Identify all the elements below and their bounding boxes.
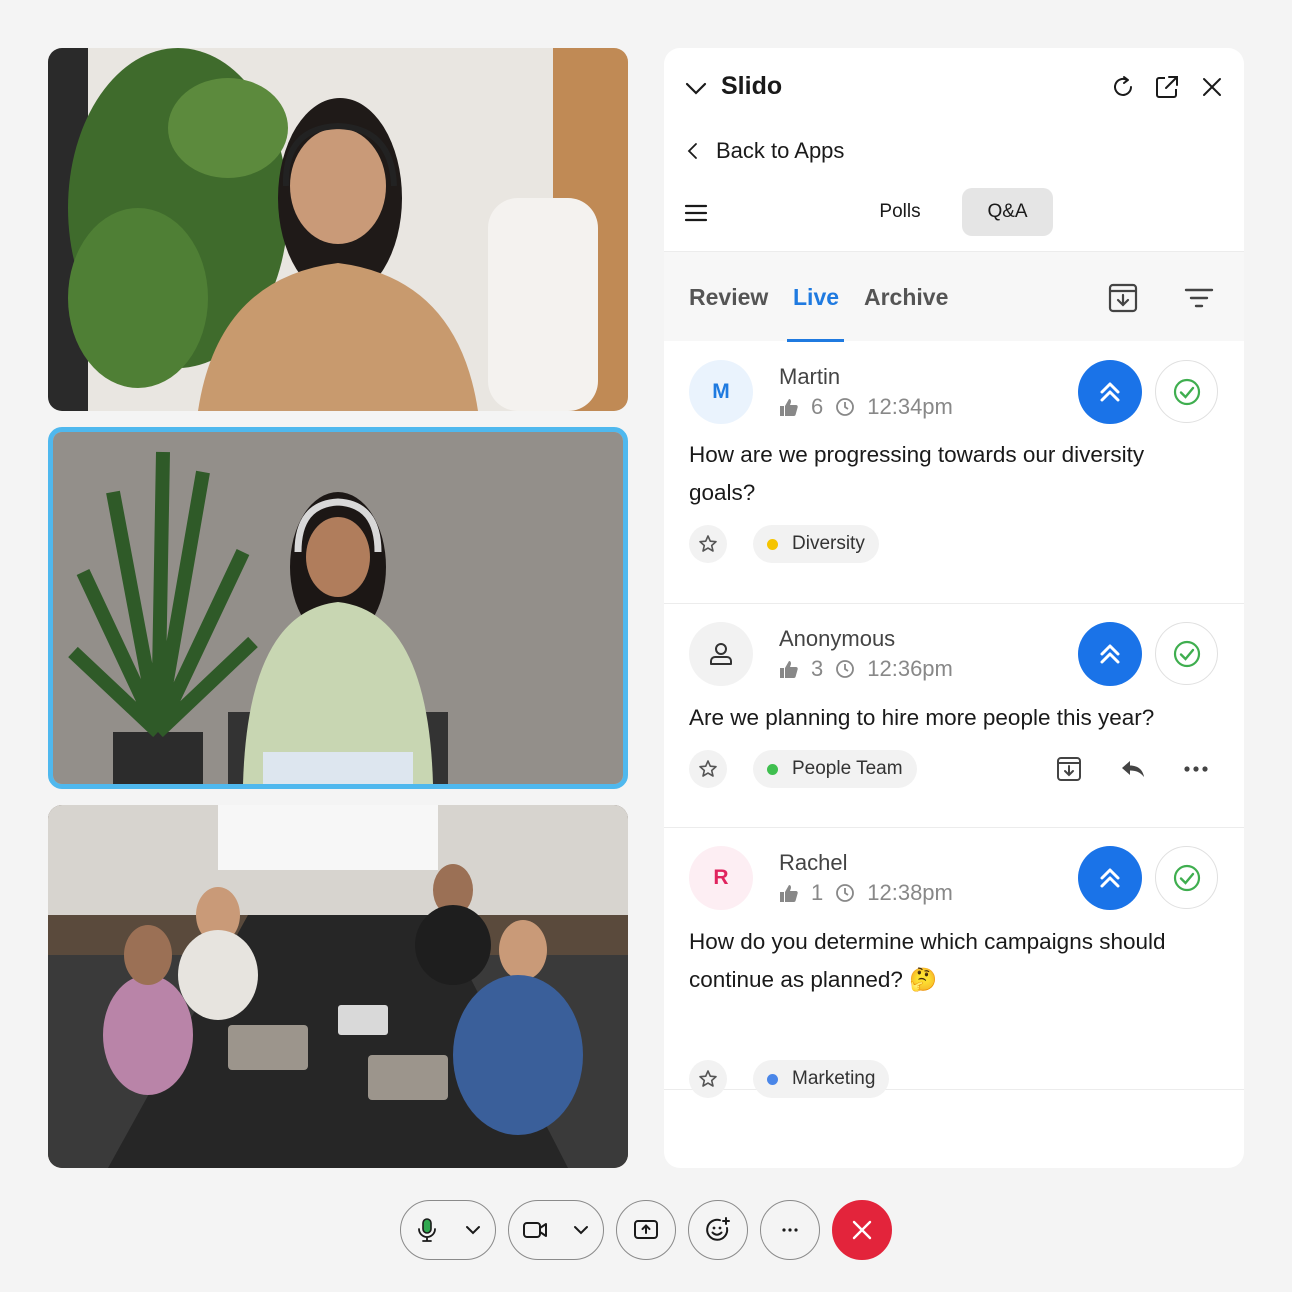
video-tile-participant-1[interactable] <box>48 48 628 411</box>
clock-icon <box>836 398 855 416</box>
like-count: 6 <box>811 394 824 419</box>
tab-archive[interactable]: Archive <box>864 284 948 311</box>
menu-icon[interactable] <box>684 202 708 224</box>
avatar: M <box>689 360 753 424</box>
reactions-icon <box>706 1217 730 1241</box>
close-icon[interactable] <box>1199 74 1225 100</box>
question-card: R Rachel 1 12:38pm How do you determine … <box>664 828 1244 1098</box>
chevron-down-icon[interactable] <box>684 76 708 100</box>
panel-title: Slido <box>721 72 783 100</box>
star-icon <box>699 535 717 552</box>
question-author: Anonymous <box>779 626 896 651</box>
avatar: R <box>689 846 753 910</box>
tag-dot <box>767 1073 778 1085</box>
approve-button[interactable] <box>1155 360 1218 423</box>
approve-button[interactable] <box>1155 846 1218 909</box>
upvote-button[interactable] <box>1078 360 1142 424</box>
pop-out-icon[interactable] <box>1154 74 1180 100</box>
reactions-button[interactable] <box>688 1200 748 1260</box>
tag-label: Marketing <box>792 1068 876 1089</box>
archive-question-icon[interactable] <box>1055 755 1083 783</box>
microphone-icon <box>418 1218 436 1242</box>
star-button[interactable] <box>689 525 727 563</box>
question-time: 12:34pm <box>867 394 953 419</box>
clock-icon <box>836 660 855 678</box>
star-button[interactable] <box>689 750 727 788</box>
question-text: How do you determine which campaigns sho… <box>689 929 1166 992</box>
chevron-left-icon <box>687 143 697 159</box>
refresh-icon[interactable] <box>1110 74 1136 100</box>
question-time: 12:38pm <box>867 880 953 905</box>
double-chevron-up-icon <box>1100 382 1120 402</box>
double-chevron-up-icon <box>1100 868 1120 888</box>
question-meta: 1 12:38pm <box>779 880 953 906</box>
tab-live[interactable]: Live <box>793 284 839 311</box>
check-circle-icon <box>1173 640 1200 667</box>
check-circle-icon <box>1173 378 1200 405</box>
tag-label: Diversity <box>792 533 865 554</box>
star-icon <box>699 760 717 777</box>
like-count: 3 <box>811 656 824 681</box>
filter-icon[interactable] <box>1183 282 1215 314</box>
topic-tag[interactable]: Marketing <box>753 1060 890 1098</box>
participant-video-woman-speaking <box>53 432 623 784</box>
back-to-apps-link[interactable]: Back to Apps <box>684 136 844 166</box>
avatar <box>689 622 753 686</box>
video-tile-meeting-room[interactable] <box>48 805 628 1168</box>
chevron-down-icon[interactable] <box>464 1221 482 1239</box>
question-author: Martin <box>779 364 841 389</box>
chevron-down-icon[interactable] <box>572 1221 590 1239</box>
tab-review[interactable]: Review <box>689 284 768 311</box>
upvote-button[interactable] <box>1078 622 1142 686</box>
star-button[interactable] <box>689 1060 727 1098</box>
topic-tag[interactable]: People Team <box>753 750 917 788</box>
end-call-icon <box>852 1220 872 1240</box>
back-to-apps-label: Back to Apps <box>716 138 845 163</box>
question-text: How are we progressing towards our diver… <box>689 442 1145 505</box>
share-screen-button[interactable] <box>616 1200 676 1260</box>
thumbs-up-icon <box>780 399 798 416</box>
like-count: 1 <box>811 880 824 905</box>
tag-dot <box>767 763 778 775</box>
topic-tag[interactable]: Diversity <box>753 525 879 563</box>
segment-polls[interactable]: Polls <box>854 188 946 236</box>
slido-panel: Slido Back to Apps Polls Q&A Review Live… <box>664 48 1244 1168</box>
tag-dot <box>767 538 778 550</box>
question-author: Rachel <box>779 850 848 875</box>
microphone-button[interactable] <box>400 1200 496 1260</box>
question-meta: 3 12:36pm <box>779 656 953 682</box>
more-button[interactable] <box>760 1200 820 1260</box>
upvote-button[interactable] <box>1078 846 1142 910</box>
share-screen-icon <box>634 1220 658 1239</box>
qa-tabs-bar: Review Live Archive <box>664 251 1244 342</box>
double-chevron-up-icon <box>1100 644 1120 664</box>
end-call-button[interactable] <box>832 1200 892 1260</box>
video-tile-participant-2-active-speaker[interactable] <box>48 427 628 789</box>
approve-button[interactable] <box>1155 622 1218 685</box>
star-icon <box>699 1070 717 1087</box>
question-text: Are we planning to hire more people this… <box>689 705 1155 730</box>
more-icon <box>782 1228 798 1232</box>
question-card: Anonymous 3 12:36pm Are we planning to h… <box>664 604 1244 828</box>
question-time: 12:36pm <box>867 656 953 681</box>
thumbs-up-icon <box>780 885 798 902</box>
camera-button[interactable] <box>508 1200 604 1260</box>
question-card: M Martin 6 12:34pm How are we progressin… <box>664 342 1244 604</box>
thumbs-up-icon <box>780 661 798 678</box>
person-icon <box>710 643 732 665</box>
question-meta: 6 12:34pm <box>779 394 953 420</box>
panel-header: Slido <box>664 48 1244 128</box>
camera-icon <box>523 1222 547 1238</box>
segment-qa[interactable]: Q&A <box>962 188 1053 236</box>
check-circle-icon <box>1173 864 1200 891</box>
more-options-icon[interactable] <box>1182 755 1210 783</box>
tag-label: People Team <box>792 758 903 779</box>
archive-icon[interactable] <box>1107 282 1139 314</box>
meeting-room-video <box>48 805 628 1168</box>
reply-icon[interactable] <box>1119 755 1147 783</box>
participant-video-woman-headset <box>48 48 628 411</box>
clock-icon <box>836 884 855 902</box>
